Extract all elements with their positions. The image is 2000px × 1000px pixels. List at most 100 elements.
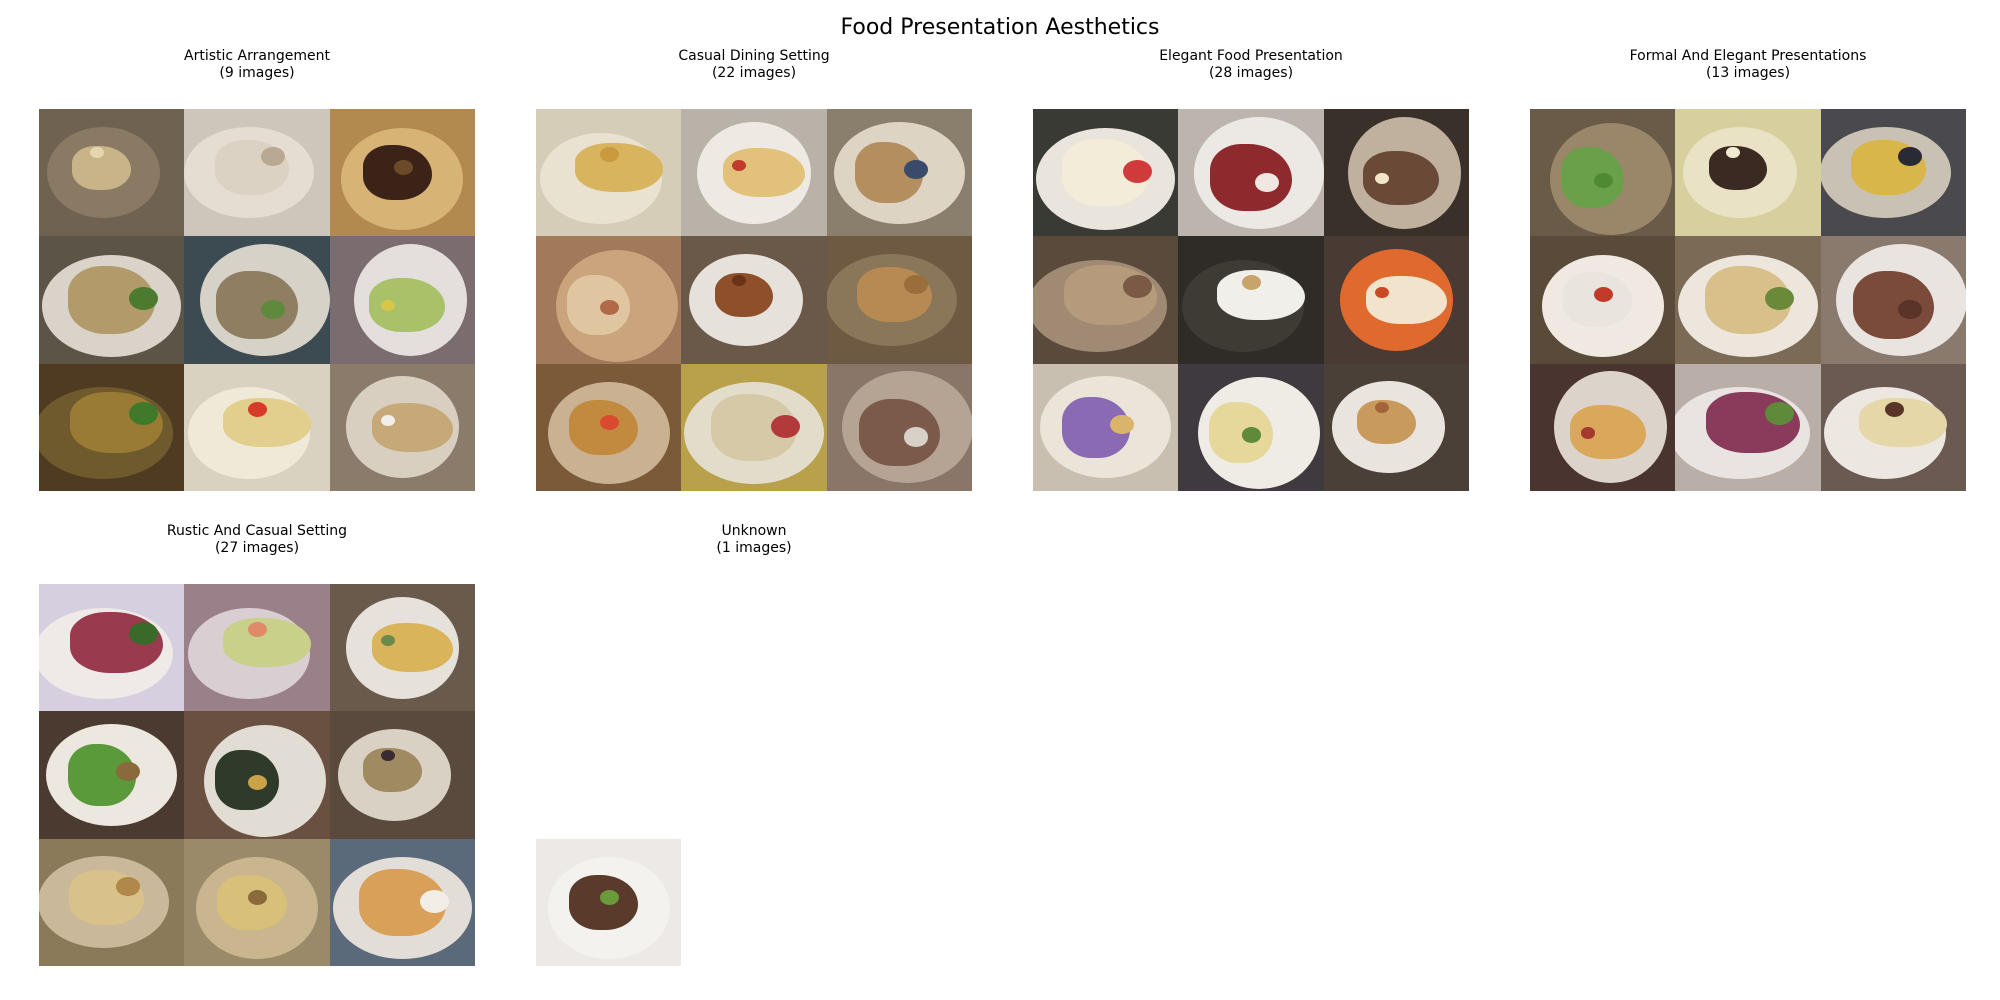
food-image-tile bbox=[1530, 363, 1676, 491]
food-shape bbox=[371, 623, 454, 673]
garnish-shape bbox=[1374, 172, 1389, 184]
food-shape bbox=[1210, 144, 1292, 212]
food-shape bbox=[723, 148, 805, 198]
group-count: (9 images) bbox=[219, 65, 295, 81]
group-name: Artistic Arrangement bbox=[184, 48, 330, 64]
food-image-tile bbox=[184, 236, 330, 364]
food-image-tile bbox=[1530, 236, 1676, 364]
food-image-tile bbox=[681, 236, 827, 364]
food-image-tile bbox=[39, 838, 185, 966]
garnish-shape bbox=[1593, 172, 1613, 188]
food-image-tile bbox=[1323, 236, 1469, 364]
food-image-tile bbox=[329, 363, 475, 491]
food-image-tile bbox=[1820, 236, 1966, 364]
food-shape bbox=[1852, 271, 1934, 339]
food-image-tile bbox=[184, 363, 330, 491]
garnish-shape bbox=[599, 889, 619, 905]
panel-title: Rustic And Casual Setting (27 images) bbox=[39, 523, 475, 557]
food-shape bbox=[215, 749, 279, 811]
food-image-tile bbox=[39, 236, 185, 364]
panel-title: Unknown (1 images) bbox=[536, 523, 972, 557]
food-image-tile bbox=[329, 109, 475, 237]
image-grid bbox=[39, 584, 475, 966]
group-name: Formal And Elegant Presentations bbox=[1629, 48, 1867, 64]
panel-elegant-food-presentation: Elegant Food Presentation (28 images) bbox=[1033, 48, 1469, 491]
food-image-tile bbox=[536, 363, 682, 491]
food-image-tile bbox=[536, 109, 682, 237]
panel-casual-dining-setting: Casual Dining Setting (22 images) bbox=[536, 48, 972, 491]
food-image-tile bbox=[1820, 109, 1966, 237]
garnish-shape bbox=[393, 159, 413, 176]
garnish-shape bbox=[599, 299, 619, 316]
food-image-tile bbox=[1178, 363, 1324, 491]
garnish-shape bbox=[903, 159, 928, 180]
panel-unknown: Unknown (1 images) bbox=[536, 523, 972, 966]
panel-title: Artistic Arrangement (9 images) bbox=[39, 48, 475, 82]
garnish-shape bbox=[1580, 427, 1595, 439]
garnish-shape bbox=[1255, 172, 1280, 192]
food-shape bbox=[371, 402, 454, 452]
food-image-tile bbox=[1323, 363, 1469, 491]
group-count: (13 images) bbox=[1705, 65, 1791, 81]
food-image-tile bbox=[826, 363, 972, 491]
food-image-tile bbox=[681, 109, 827, 237]
food-image-tile bbox=[329, 584, 475, 712]
food-image-tile bbox=[1675, 363, 1821, 491]
garnish-shape bbox=[903, 427, 928, 447]
garnish-shape bbox=[1242, 274, 1262, 290]
food-image-tile bbox=[826, 236, 972, 364]
garnish-shape bbox=[1374, 401, 1389, 414]
group-name: Casual Dining Setting bbox=[678, 48, 830, 64]
food-image-tile bbox=[39, 363, 185, 491]
food-image-tile bbox=[1323, 109, 1469, 237]
garnish-shape bbox=[732, 274, 747, 286]
garnish-shape bbox=[1123, 274, 1153, 298]
image-grid bbox=[39, 109, 475, 491]
food-image-tile bbox=[329, 838, 475, 966]
garnish-shape bbox=[116, 876, 141, 897]
food-image-tile bbox=[1820, 363, 1966, 491]
food-image-tile bbox=[826, 109, 972, 237]
food-image-tile bbox=[329, 236, 475, 364]
food-image-tile bbox=[1178, 236, 1324, 364]
food-image-tile bbox=[1033, 236, 1179, 364]
garnish-shape bbox=[903, 274, 928, 294]
panel-artistic-arrangement: Artistic Arrangement (9 images) bbox=[39, 48, 475, 491]
garnish-shape bbox=[248, 889, 268, 905]
food-image-tile bbox=[1033, 109, 1179, 237]
garnish-shape bbox=[419, 889, 449, 913]
panel-formal-and-elegant-presentations: Formal And Elegant Presentations (13 imag… bbox=[1530, 48, 1966, 491]
panel-title: Casual Dining Setting (22 images) bbox=[536, 48, 972, 82]
group-count: (28 images) bbox=[1208, 65, 1294, 81]
garnish-shape bbox=[1110, 414, 1135, 434]
image-grid bbox=[536, 109, 972, 491]
food-image-tile bbox=[681, 363, 827, 491]
garnish-shape bbox=[1897, 147, 1922, 167]
food-image-tile bbox=[39, 109, 185, 237]
figure: Food Presentation Aesthetics Artistic Ar… bbox=[0, 0, 2000, 1000]
food-shape bbox=[1209, 402, 1273, 463]
food-image-tile bbox=[536, 838, 682, 966]
food-image-tile bbox=[1033, 363, 1179, 491]
food-shape bbox=[216, 271, 298, 339]
food-shape bbox=[574, 142, 663, 193]
food-image-tile bbox=[39, 711, 185, 839]
food-image-tile bbox=[184, 838, 330, 966]
panel-title: Formal And Elegant Presentations (13 imag… bbox=[1530, 48, 1966, 82]
image-grid bbox=[1033, 109, 1469, 491]
food-shape bbox=[223, 397, 311, 448]
food-image-tile bbox=[329, 711, 475, 839]
garnish-shape bbox=[1884, 401, 1904, 418]
garnish-shape bbox=[380, 749, 395, 761]
food-image-tile bbox=[184, 109, 330, 237]
food-shape bbox=[223, 617, 311, 668]
group-count: (1 images) bbox=[716, 540, 792, 556]
food-shape bbox=[1365, 275, 1448, 325]
panel-rustic-and-casual-setting: Rustic And Casual Setting (27 images) bbox=[39, 523, 475, 966]
food-image-tile bbox=[184, 584, 330, 712]
garnish-shape bbox=[599, 414, 619, 430]
food-image-tile bbox=[1675, 236, 1821, 364]
panel-title: Elegant Food Presentation (28 images) bbox=[1033, 48, 1469, 82]
group-name: Unknown bbox=[721, 523, 787, 539]
garnish-shape bbox=[771, 414, 801, 438]
